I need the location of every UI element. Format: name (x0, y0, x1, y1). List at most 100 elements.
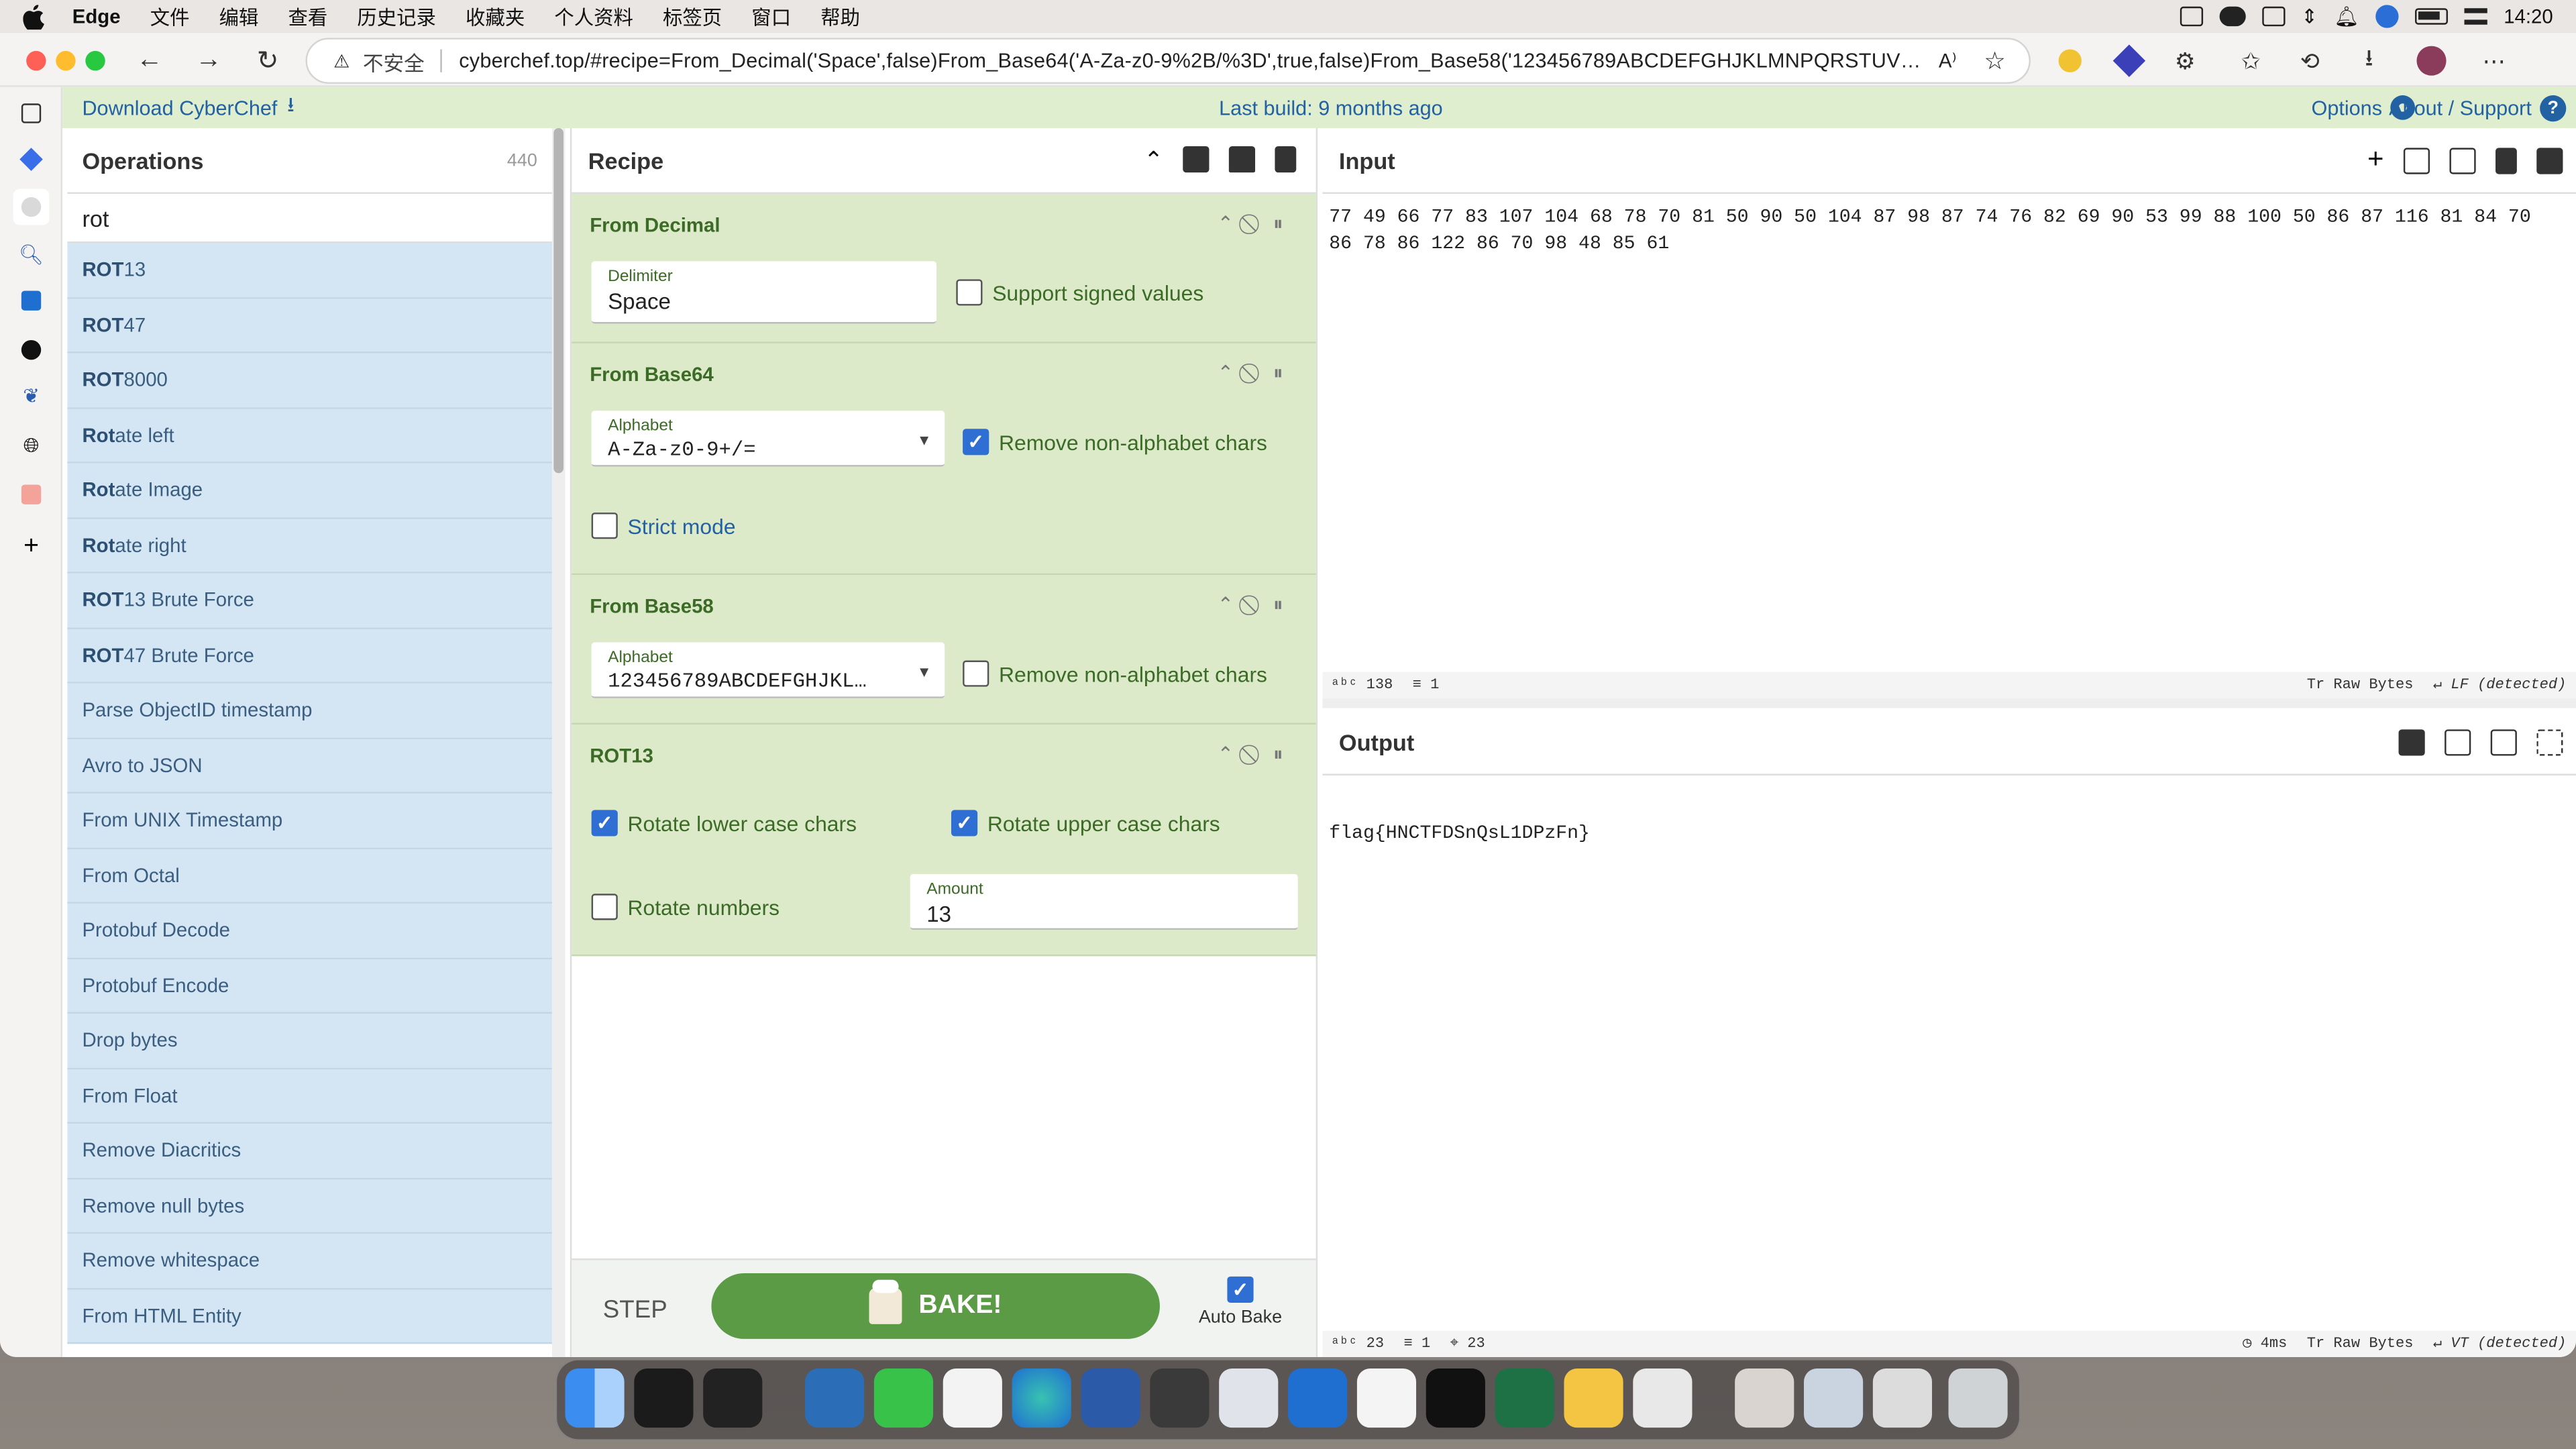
rotate-upper-checkbox[interactable]: ✓ Rotate upper case chars (951, 810, 1220, 837)
chevron-up-icon[interactable]: ⌃ (1218, 743, 1234, 767)
operation-item[interactable]: Drop bytes (67, 1014, 554, 1069)
input-eol[interactable]: ↵ LF (detected) (2433, 677, 2566, 693)
remote-desktop-icon[interactable] (1219, 1368, 1279, 1428)
operations-search-input[interactable]: rot (67, 194, 554, 244)
menu-tabs[interactable]: 标签页 (663, 3, 722, 31)
read-aloud-icon[interactable]: A⁾ (1939, 49, 1957, 72)
breakpoint-icon[interactable]: ⏸ (1273, 362, 1283, 386)
vscode-icon[interactable] (805, 1368, 865, 1428)
favorite-star-icon[interactable]: ☆ (1984, 46, 2006, 76)
parallels-icon[interactable] (1150, 1368, 1210, 1428)
add-sidebar-icon[interactable]: + (18, 532, 44, 560)
operation-item[interactable]: From UNIX Timestamp (67, 793, 554, 849)
favorites-icon[interactable]: ✩ (2235, 44, 2267, 77)
script-editor-icon[interactable] (1633, 1368, 1693, 1428)
add-tab-icon[interactable]: + (2367, 145, 2383, 174)
operations-scrollbar[interactable] (551, 128, 566, 1357)
checkbox-box[interactable]: ✓ (963, 429, 989, 455)
operation-item[interactable]: Parse ObjectID timestamp (67, 683, 554, 739)
bake-button[interactable]: BAKE! (711, 1273, 1160, 1339)
maximize-icon[interactable] (2536, 729, 2563, 756)
search-icon[interactable]: 🔍︎ (18, 241, 44, 268)
activity-monitor-icon[interactable] (634, 1368, 694, 1428)
save-recipe-icon[interactable] (1183, 146, 1210, 173)
step-button[interactable]: STEP (603, 1296, 667, 1324)
word-icon[interactable] (1081, 1368, 1140, 1428)
input-encoding[interactable]: Tr Raw Bytes (2307, 677, 2414, 693)
operation-item[interactable]: From HTML Entity (67, 1289, 554, 1344)
tools-icon[interactable] (18, 288, 44, 314)
typora-icon[interactable] (943, 1368, 1002, 1428)
clear-recipe-icon[interactable] (1275, 146, 1297, 173)
operation-item[interactable]: Avro to JSON (67, 738, 554, 794)
operation-item[interactable]: ROT 47 (67, 298, 554, 354)
open-file-icon[interactable] (2449, 148, 2476, 174)
breakpoint-icon[interactable]: ⏸ (1273, 212, 1283, 237)
output-encoding[interactable]: Tr Raw Bytes (2307, 1336, 2414, 1352)
breakpoint-icon[interactable]: ⏸ (1273, 593, 1283, 618)
profile-avatar[interactable] (2415, 44, 2448, 77)
battery-icon[interactable] (2414, 8, 2448, 25)
operation-item[interactable]: ROT 47 Brute Force (67, 628, 554, 684)
checkbox-box[interactable]: ✓ (591, 810, 618, 837)
collapse-all-icon[interactable]: ⌃ (1144, 146, 1163, 172)
layout-icon[interactable] (2536, 148, 2563, 174)
checkbox-box[interactable] (591, 513, 618, 539)
menu-file[interactable]: 文件 (150, 3, 190, 31)
copy-output-icon[interactable] (2445, 729, 2471, 756)
base64-alphabet-select[interactable]: Alphabet A-Za-z0-9+/= ▼ (591, 411, 945, 467)
replace-input-icon[interactable] (2490, 729, 2517, 756)
menu-help[interactable]: 帮助 (820, 3, 860, 31)
excel-icon[interactable] (1495, 1368, 1554, 1428)
downloads-stack-icon[interactable] (1804, 1368, 1864, 1428)
extension-cube-icon[interactable] (2112, 44, 2146, 77)
operation-item[interactable]: ROT 13 (67, 243, 554, 299)
cyberchef-tab-icon[interactable] (13, 189, 50, 225)
auto-bake-checkbox[interactable]: ✓ Auto Bake (1191, 1276, 1290, 1328)
copilot-icon[interactable] (18, 146, 44, 172)
operation-item[interactable]: Protobuf Decode (67, 903, 554, 959)
remove-non-alphabet-checkbox[interactable]: ✓ Remove non-alphabet chars (963, 429, 1267, 455)
extension-coin-icon[interactable] (2053, 44, 2086, 77)
bell-icon[interactable]: 🔔︎ (2334, 5, 2359, 28)
finder-icon[interactable] (565, 1368, 625, 1428)
amount-field[interactable]: Amount 13 (910, 873, 1298, 930)
operation-item[interactable]: Rot ate Image (67, 463, 554, 519)
operation-item[interactable]: Rot ate right (67, 518, 554, 574)
documents-stack-icon[interactable] (1872, 1368, 1933, 1428)
tab-actions-icon[interactable] (18, 100, 44, 126)
terminal-icon[interactable] (703, 1368, 763, 1428)
cube-app-icon[interactable] (1426, 1368, 1485, 1428)
rotate-lower-checkbox[interactable]: ✓ Rotate lower case chars (591, 810, 857, 837)
clear-input-icon[interactable] (2496, 148, 2517, 174)
apple-icon[interactable] (23, 0, 52, 33)
minimize-window-button[interactable] (56, 50, 76, 71)
globe-icon[interactable]: 🌐︎ (18, 432, 44, 458)
wechat-app-icon[interactable] (873, 1368, 934, 1428)
checkbox-box[interactable] (956, 279, 983, 306)
strict-mode-checkbox[interactable]: Strict mode (591, 513, 736, 539)
checkbox-box[interactable] (963, 660, 989, 687)
circle-app-icon[interactable] (18, 337, 44, 363)
downloads-icon[interactable]: ⭳ (2353, 44, 2385, 77)
back-arrow-icon[interactable]: ← (131, 43, 168, 79)
more-menu-icon[interactable]: ⋯ (2477, 44, 2510, 77)
save-output-icon[interactable] (2398, 729, 2425, 756)
screen-mirror-icon[interactable] (2180, 6, 2203, 27)
rotate-numbers-checkbox[interactable]: Rotate numbers (591, 894, 780, 920)
output-eol[interactable]: ↵ VT (detected) (2433, 1336, 2566, 1352)
delimiter-field[interactable]: Delimiter Space (591, 261, 936, 324)
games-icon[interactable]: ❦ (18, 383, 44, 409)
operation-item[interactable]: Remove null bytes (67, 1179, 554, 1234)
recipe-block-from-base58[interactable]: From Base58 ⌃⃠⏸ Alphabet 123456789ABCDEF… (572, 575, 1316, 725)
control-center-icon[interactable] (2464, 8, 2487, 25)
recipe-block-from-decimal[interactable]: From Decimal ⌃⃠⏸ Delimiter Space Support… (572, 193, 1316, 343)
menu-view[interactable]: 查看 (288, 3, 327, 31)
menu-profile[interactable]: 个人资料 (554, 3, 633, 31)
breakpoint-icon[interactable]: ⏸ (1273, 743, 1283, 767)
address-bar[interactable]: ⚠ 不安全 cyberchef.top/#recipe=From_Decimal… (305, 38, 2031, 84)
recipe-block-rot13[interactable]: ROT13 ⌃⃠⏸ ✓ Rotate lower case chars ✓ Ro… (572, 724, 1316, 957)
close-window-button[interactable] (26, 50, 46, 71)
base58-alphabet-select[interactable]: Alphabet 123456789ABCDEFGHJKL… ▼ (591, 642, 945, 698)
operation-item[interactable]: Rot ate left (67, 408, 554, 464)
